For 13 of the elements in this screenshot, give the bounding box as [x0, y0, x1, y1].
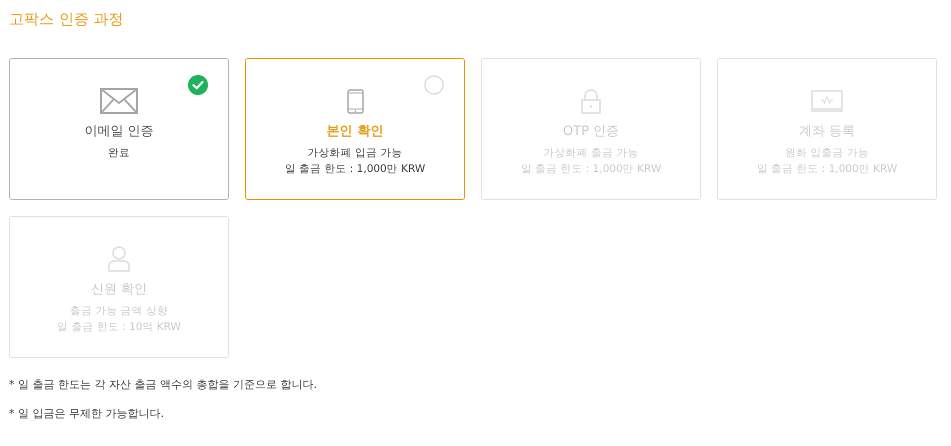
footnote: * 일 입금은 무제한 가능합니다.: [9, 407, 165, 421]
step-name: 이메일 인증: [84, 123, 154, 141]
step-description: 가상화폐 입금 가능: [308, 146, 402, 161]
envelope-icon: [100, 88, 138, 114]
lock-icon: [581, 88, 601, 114]
person-icon: [108, 246, 130, 272]
phone-icon: [346, 88, 364, 114]
monitor-icon: [811, 90, 843, 112]
step-description: 일 출금 한도 : 1,000만 KRW: [284, 162, 426, 177]
footnote: * 일 출금 한도는 각 자산 출금 액수의 총합을 기준으로 합니다.: [9, 378, 318, 392]
step-description: 완료: [108, 146, 130, 161]
page-title: 고팍스 인증 과정: [9, 9, 125, 30]
step-name: 본인 확인: [326, 123, 384, 141]
